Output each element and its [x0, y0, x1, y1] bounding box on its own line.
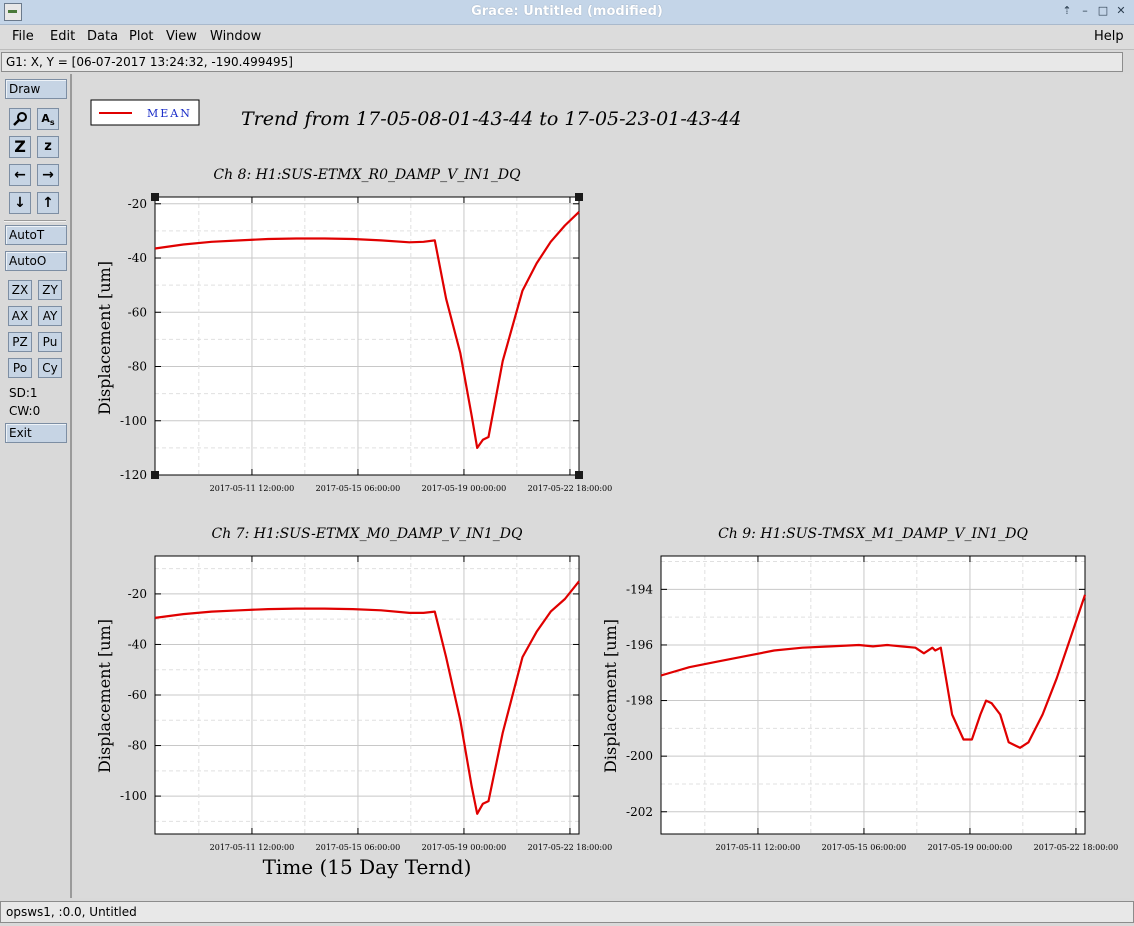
title-bar: Grace: Untitled (modified) ⇡ – □ ✕ — [0, 0, 1134, 25]
menu-view[interactable]: View — [166, 29, 197, 44]
minimize-icon[interactable]: – — [1078, 4, 1092, 18]
y-tick-label: -100 — [120, 414, 147, 428]
menu-data[interactable]: Data — [87, 29, 118, 44]
graph-ch9[interactable]: Ch 9: H1:SUS-TMSX_M1_DAMP_V_IN1_DQ Displ… — [601, 526, 1118, 852]
y-tick-label: -120 — [120, 468, 147, 482]
menu-window[interactable]: Window — [210, 29, 261, 44]
cy-button[interactable]: Cy — [38, 358, 62, 378]
y-axis-label: Displacement [um] — [95, 261, 114, 415]
plot-canvas[interactable]: MEAN Trend from 17-05-08-01-43-44 to 17-… — [74, 74, 1130, 898]
x-tick-label: 2017-05-22 18:00:00 — [528, 843, 613, 852]
graph-title: Ch 9: H1:SUS-TMSX_M1_DAMP_V_IN1_DQ — [718, 526, 1028, 542]
arrow-left-icon[interactable]: ← — [9, 164, 31, 186]
y-tick-label: -60 — [128, 305, 147, 319]
draw-button[interactable]: Draw — [5, 79, 67, 99]
y-tick-label: -200 — [626, 749, 653, 763]
current-world-label: CW:0 — [9, 404, 41, 418]
legend-box[interactable]: MEAN — [90, 99, 200, 126]
x-tick-label: 2017-05-15 06:00:00 — [822, 843, 907, 852]
plot-svg[interactable]: MEAN Trend from 17-05-08-01-43-44 to 17-… — [74, 74, 1130, 898]
y-tick-label: -60 — [128, 688, 147, 702]
legend-label: MEAN — [147, 107, 192, 120]
y-tick-label: -20 — [128, 587, 147, 601]
autoscale-text-icon[interactable]: As — [37, 108, 59, 130]
y-tick-label: -40 — [128, 637, 147, 651]
x-tick-label: 2017-05-19 00:00:00 — [422, 484, 507, 493]
x-tick-label: 2017-05-11 12:00:00 — [716, 843, 801, 852]
locator-display: G1: X, Y = [06-07-2017 13:24:32, -190.49… — [1, 52, 1123, 72]
ay-button[interactable]: AY — [38, 306, 62, 326]
zoom-icon[interactable] — [9, 108, 31, 130]
x-tick-label: 2017-05-19 00:00:00 — [928, 843, 1013, 852]
x-tick-label: 2017-05-15 06:00:00 — [316, 484, 401, 493]
zoom-out-icon[interactable]: z — [37, 136, 59, 158]
y-tick-label: -202 — [626, 805, 653, 819]
selection-handle[interactable] — [575, 193, 583, 201]
main-title: Trend from 17-05-08-01-43-44 to 17-05-23… — [241, 108, 742, 130]
menu-edit[interactable]: Edit — [50, 29, 75, 44]
selection-handle[interactable] — [575, 471, 583, 479]
x-tick-label: 2017-05-22 18:00:00 — [528, 484, 613, 493]
toolbar-separator — [4, 220, 66, 222]
graph-ch8[interactable]: Ch 8: H1:SUS-ETMX_R0_DAMP_V_IN1_DQ Displ… — [95, 167, 612, 493]
pz-button[interactable]: PZ — [8, 332, 32, 352]
autot-button[interactable]: AutoT — [5, 225, 67, 245]
tool-bar: Draw As Z z ← → ↓ ↑ AutoT AutoO ZX ZY AX… — [0, 74, 72, 898]
y-axis-label: Displacement [um] — [601, 619, 620, 773]
window-title: Grace: Untitled (modified) — [471, 4, 663, 19]
y-tick-label: -20 — [128, 197, 147, 211]
po-button[interactable]: Po — [8, 358, 32, 378]
maximize-icon[interactable]: □ — [1096, 4, 1110, 18]
exit-button[interactable]: Exit — [5, 423, 67, 443]
y-tick-label: -40 — [128, 251, 147, 265]
arrow-right-icon[interactable]: → — [37, 164, 59, 186]
y-tick-label: -80 — [128, 360, 147, 374]
x-tick-label: 2017-05-19 00:00:00 — [422, 843, 507, 852]
menu-help[interactable]: Help — [1094, 29, 1124, 44]
arrow-up-icon[interactable]: ↑ — [37, 192, 59, 214]
status-bar: opsws1, :0.0, Untitled — [0, 901, 1134, 923]
ax-button[interactable]: AX — [8, 306, 32, 326]
graph-title: Ch 7: H1:SUS-ETMX_M0_DAMP_V_IN1_DQ — [211, 526, 523, 542]
plot-area[interactable] — [661, 556, 1085, 834]
y-tick-label: -100 — [120, 789, 147, 803]
x-tick-label: 2017-05-11 12:00:00 — [210, 843, 295, 852]
selection-handle[interactable] — [151, 193, 159, 201]
menu-plot[interactable]: Plot — [129, 29, 154, 44]
graph-title: Ch 8: H1:SUS-ETMX_R0_DAMP_V_IN1_DQ — [213, 167, 521, 183]
arrow-down-icon[interactable]: ↓ — [9, 192, 31, 214]
x-tick-label: 2017-05-22 18:00:00 — [1034, 843, 1119, 852]
pu-button[interactable]: Pu — [38, 332, 62, 352]
x-tick-label: 2017-05-11 12:00:00 — [210, 484, 295, 493]
graph-ch7[interactable]: Ch 7: H1:SUS-ETMX_M0_DAMP_V_IN1_DQ Displ… — [95, 526, 612, 879]
stack-depth-label: SD:1 — [9, 386, 38, 400]
zx-button[interactable]: ZX — [8, 280, 32, 300]
y-tick-label: -194 — [626, 582, 653, 596]
menu-file[interactable]: File — [12, 29, 34, 44]
y-tick-label: -198 — [626, 694, 653, 708]
y-tick-label: -196 — [626, 638, 653, 652]
zoom-in-icon[interactable]: Z — [9, 136, 31, 158]
selection-handle[interactable] — [151, 471, 159, 479]
x-axis-label: Time (15 Day Ternd) — [263, 855, 472, 879]
shade-icon[interactable]: ⇡ — [1060, 4, 1074, 18]
close-icon[interactable]: ✕ — [1114, 4, 1128, 18]
zy-button[interactable]: ZY — [38, 280, 62, 300]
y-tick-label: -80 — [128, 739, 147, 753]
x-tick-label: 2017-05-15 06:00:00 — [316, 843, 401, 852]
y-axis-label: Displacement [um] — [95, 619, 114, 773]
menu-bar: File Edit Data Plot View Window Help — [0, 25, 1134, 50]
autoo-button[interactable]: AutoO — [5, 251, 67, 271]
